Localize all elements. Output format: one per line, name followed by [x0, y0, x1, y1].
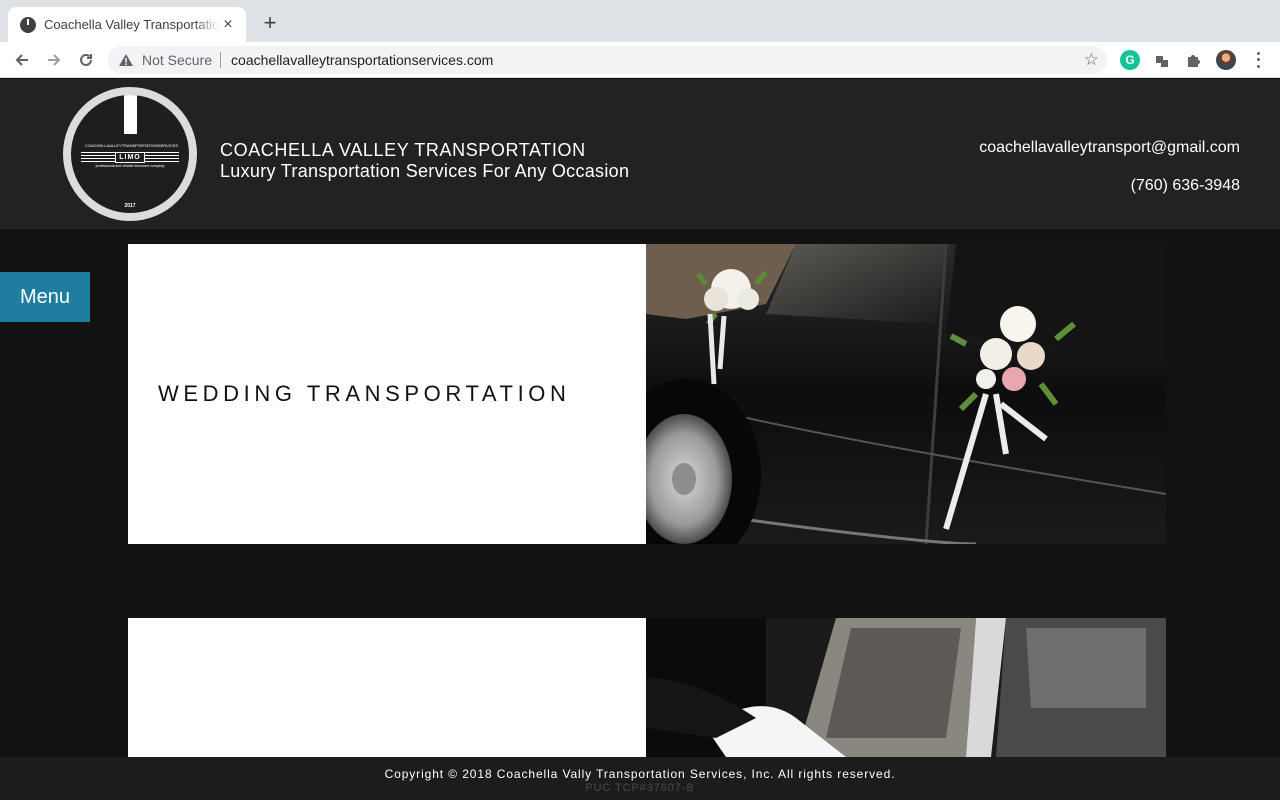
service-card-text-2: [128, 618, 646, 757]
logo-word: ALLEY: [109, 143, 122, 148]
reload-button[interactable]: [74, 48, 98, 72]
bookmark-star-icon[interactable]: ☆: [1084, 51, 1099, 69]
logo-wing-right: [145, 152, 179, 162]
chauffeur-car-door-photo: [646, 618, 1166, 757]
extension-icon[interactable]: [1152, 50, 1172, 70]
contact-email-link[interactable]: coachellavalleytransport@gmail.com: [979, 139, 1240, 157]
logo-limo-text: LIMO: [115, 152, 145, 163]
new-tab-button[interactable]: +: [258, 12, 282, 36]
tab-strip: Coachella Valley Transportation × +: [0, 0, 1280, 42]
tab-title: Coachella Valley Transportation: [44, 17, 220, 32]
browser-toolbar: Not Secure coachellavalleytransportation…: [0, 42, 1280, 78]
site-subtitle: Luxury Transportation Services For Any O…: [220, 161, 630, 181]
logo-word: SERVICES: [157, 143, 179, 148]
address-bar[interactable]: Not Secure coachellavalleytransportation…: [108, 46, 1107, 74]
profile-avatar[interactable]: [1216, 50, 1236, 70]
back-button[interactable]: [10, 48, 34, 72]
security-status[interactable]: Not Secure: [142, 52, 212, 68]
grammarly-extension-icon[interactable]: G: [1120, 50, 1140, 70]
extensions-puzzle-icon[interactable]: [1184, 50, 1204, 70]
site-favicon-icon: [20, 16, 36, 33]
back-arrow-icon: [15, 54, 28, 66]
omnibox-divider: [220, 52, 222, 68]
wedding-car-photo: [646, 244, 1166, 544]
logo-word: TRANSPORTATION: [121, 143, 158, 148]
contact-phone-link[interactable]: (760) 636-3948: [1131, 177, 1240, 195]
logo-tagline: professional and reliable limousine comp…: [95, 164, 165, 168]
logo-year: 2017: [124, 203, 136, 209]
service-card-text: WEDDING TRANSPORTATION: [128, 244, 646, 544]
menu-button[interactable]: Menu: [0, 272, 90, 322]
logo-wing-left: [81, 152, 115, 162]
company-logo[interactable]: COACHELLA ALLEY TRANSPORTATION SERVICES …: [63, 87, 197, 221]
site-title[interactable]: COACHELLA VALLEY TRANSPORTATION: [220, 140, 586, 161]
close-tab-icon[interactable]: ×: [220, 16, 236, 33]
service-heading[interactable]: WEDDING TRANSPORTATION: [158, 381, 570, 407]
license-number: PUC TCP#37607-B: [585, 782, 695, 794]
browser-tab[interactable]: Coachella Valley Transportation ×: [8, 7, 246, 42]
site-footer: Copyright © 2018 Coachella Vally Transpo…: [0, 757, 1280, 800]
logo-bar: [124, 95, 137, 134]
logo-word: COACHELLA: [85, 143, 110, 148]
forward-button[interactable]: [42, 48, 66, 72]
browser-menu-icon[interactable]: [1250, 50, 1266, 70]
copyright-text: Copyright © 2018 Coachella Vally Transpo…: [384, 767, 896, 781]
url-text[interactable]: coachellavalleytransportationservices.co…: [231, 52, 493, 68]
logo-words: COACHELLA ALLEY TRANSPORTATION SERVICES: [85, 143, 179, 148]
logo-badge: COACHELLA ALLEY TRANSPORTATION SERVICES …: [71, 95, 189, 213]
forward-arrow-icon: [48, 54, 61, 66]
warning-icon[interactable]: [118, 52, 134, 68]
reload-icon: [80, 53, 92, 66]
